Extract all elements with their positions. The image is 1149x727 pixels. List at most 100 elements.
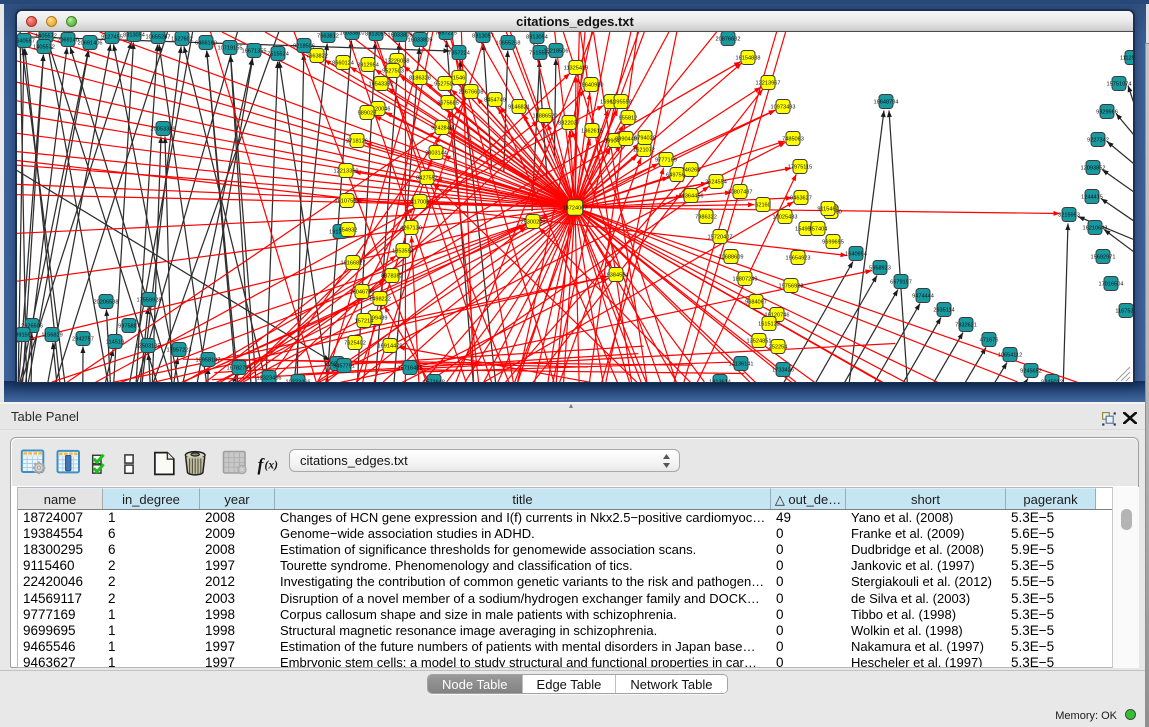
svg-text:10223466: 10223466 [286,380,311,383]
svg-text:7485063: 7485063 [782,137,804,143]
svg-text:8186328: 8186328 [409,76,431,82]
svg-text:18724007: 18724007 [563,206,588,212]
svg-text:9227342: 9227342 [1087,138,1109,144]
svg-text:9777169: 9777169 [655,158,677,164]
svg-text:16033809: 16033809 [408,38,433,44]
svg-text:15720407: 15720407 [708,235,733,241]
svg-text:8813054: 8813054 [526,35,548,41]
svg-text:989023: 989023 [358,111,377,117]
svg-text:6794028: 6794028 [634,136,656,142]
svg-text:955812: 955812 [619,116,638,122]
svg-text:6679197: 6679197 [890,280,912,286]
svg-text:16671355: 16671355 [242,49,267,55]
svg-text:16648784: 16648784 [874,100,899,106]
svg-text:7663822: 7663822 [306,54,328,60]
svg-text:16033810: 16033810 [340,32,365,37]
svg-text:20206538: 20206538 [94,300,119,306]
svg-text:9457791: 9457791 [333,364,355,370]
svg-text:10025433: 10025433 [773,215,798,221]
svg-text:16782759: 16782759 [227,366,252,372]
svg-text:9527503: 9527503 [382,69,404,75]
svg-text:157404: 157404 [809,227,828,233]
svg-text:1733426: 1733426 [772,368,794,374]
svg-text:16210643: 16210643 [1083,226,1108,232]
svg-text:9127455: 9127455 [101,35,123,41]
svg-text:9329966: 9329966 [1096,110,1118,116]
svg-text:252254: 252254 [769,345,788,351]
svg-text:7357225: 7357225 [435,32,457,37]
svg-text:10807487: 10807487 [728,190,753,196]
svg-text:1498222: 1498222 [369,297,391,303]
svg-text:8454749: 8454749 [484,98,506,104]
svg-text:2942757: 2942757 [72,337,94,343]
svg-text:14136141: 14136141 [729,362,754,368]
svg-text:8660124: 8660124 [332,61,354,67]
svg-text:1405572: 1405572 [33,45,55,51]
svg-text:114519: 114519 [106,340,124,346]
svg-text:8813055: 8813055 [365,32,387,38]
svg-text:9245012: 9245012 [1041,380,1063,383]
svg-text:20691406: 20691406 [78,41,103,47]
svg-text:8878352: 8878352 [381,274,403,280]
svg-text:4267130: 4267130 [400,226,422,232]
svg-text:8313054: 8313054 [123,33,145,39]
svg-text:19756928: 19756928 [779,284,804,290]
svg-text:12503135: 12503135 [136,344,161,350]
svg-text:3624554: 3624554 [705,180,727,186]
svg-text:12323466: 12323466 [257,376,282,382]
svg-text:9684067: 9684067 [745,300,767,306]
svg-text:7832621: 7832621 [955,323,977,329]
svg-text:23676608: 23676608 [459,90,484,96]
svg-text:17957223: 17957223 [167,348,192,354]
svg-text:1546: 1546 [453,76,465,82]
svg-text:1362615: 1362615 [581,129,603,135]
svg-text:16543382: 16543382 [369,82,394,88]
svg-text:15886520: 15886520 [533,114,558,120]
svg-text:157214: 157214 [355,319,374,325]
svg-text:12093852: 12093852 [1081,166,1106,172]
svg-text:19384554: 19384554 [604,273,629,279]
svg-text:10719155: 10719155 [218,46,243,52]
svg-text:9975887: 9975887 [118,324,140,330]
svg-text:417006: 417006 [411,200,430,206]
svg-text:20876682: 20876682 [716,37,741,43]
svg-text:7625402: 7625402 [344,341,366,347]
svg-text:1640954: 1640954 [845,252,867,258]
svg-text:7663812: 7663812 [317,34,339,40]
svg-text:10655267: 10655267 [146,35,171,41]
svg-text:8813057: 8813057 [472,34,494,40]
svg-text:9115460: 9115460 [817,207,838,213]
svg-text:1913614: 1913614 [709,380,731,383]
svg-text:2935114: 2935114 [933,308,954,314]
svg-text:8322037: 8322037 [558,121,580,127]
svg-text:6466160: 6466160 [195,41,217,47]
svg-text:16154838: 16154838 [736,56,761,62]
svg-text:15751074: 15751074 [1107,82,1132,88]
svg-text:3912954: 3912954 [357,63,379,69]
svg-text:12213967: 12213967 [756,81,781,87]
svg-text:11125419: 11125419 [1120,56,1133,62]
svg-text:17975115: 17975115 [788,165,812,171]
svg-text:1244415: 1244415 [1081,195,1103,201]
svg-text:3215953: 3215953 [1058,213,1080,219]
svg-text:746266: 746266 [682,168,701,174]
svg-text:20053346: 20053346 [151,127,176,133]
svg-text:1527602: 1527602 [171,37,193,43]
svg-text:25300203: 25300203 [521,220,546,226]
svg-text:10655268: 10655268 [496,41,521,47]
svg-text:21364456: 21364456 [679,194,704,200]
svg-text:10688609: 10688609 [719,255,744,261]
svg-text:16914479: 16914479 [378,344,403,350]
svg-text:17559928: 17559928 [137,298,162,304]
svg-text:18640910: 18640910 [579,83,604,89]
svg-text:1167533: 1167533 [1115,309,1133,315]
svg-text:654932: 654932 [339,228,358,234]
svg-text:7515524: 7515524 [267,52,289,58]
svg-text:10958107: 10958107 [196,358,221,364]
svg-text:(x): (x) [265,460,279,472]
svg-text:1405572: 1405572 [35,34,57,40]
svg-text:5958923: 5958923 [869,266,891,272]
svg-text:10654112: 10654112 [998,353,1022,359]
svg-text:17016504: 17016504 [1099,282,1124,288]
svg-text:7986322: 7986322 [695,215,717,221]
